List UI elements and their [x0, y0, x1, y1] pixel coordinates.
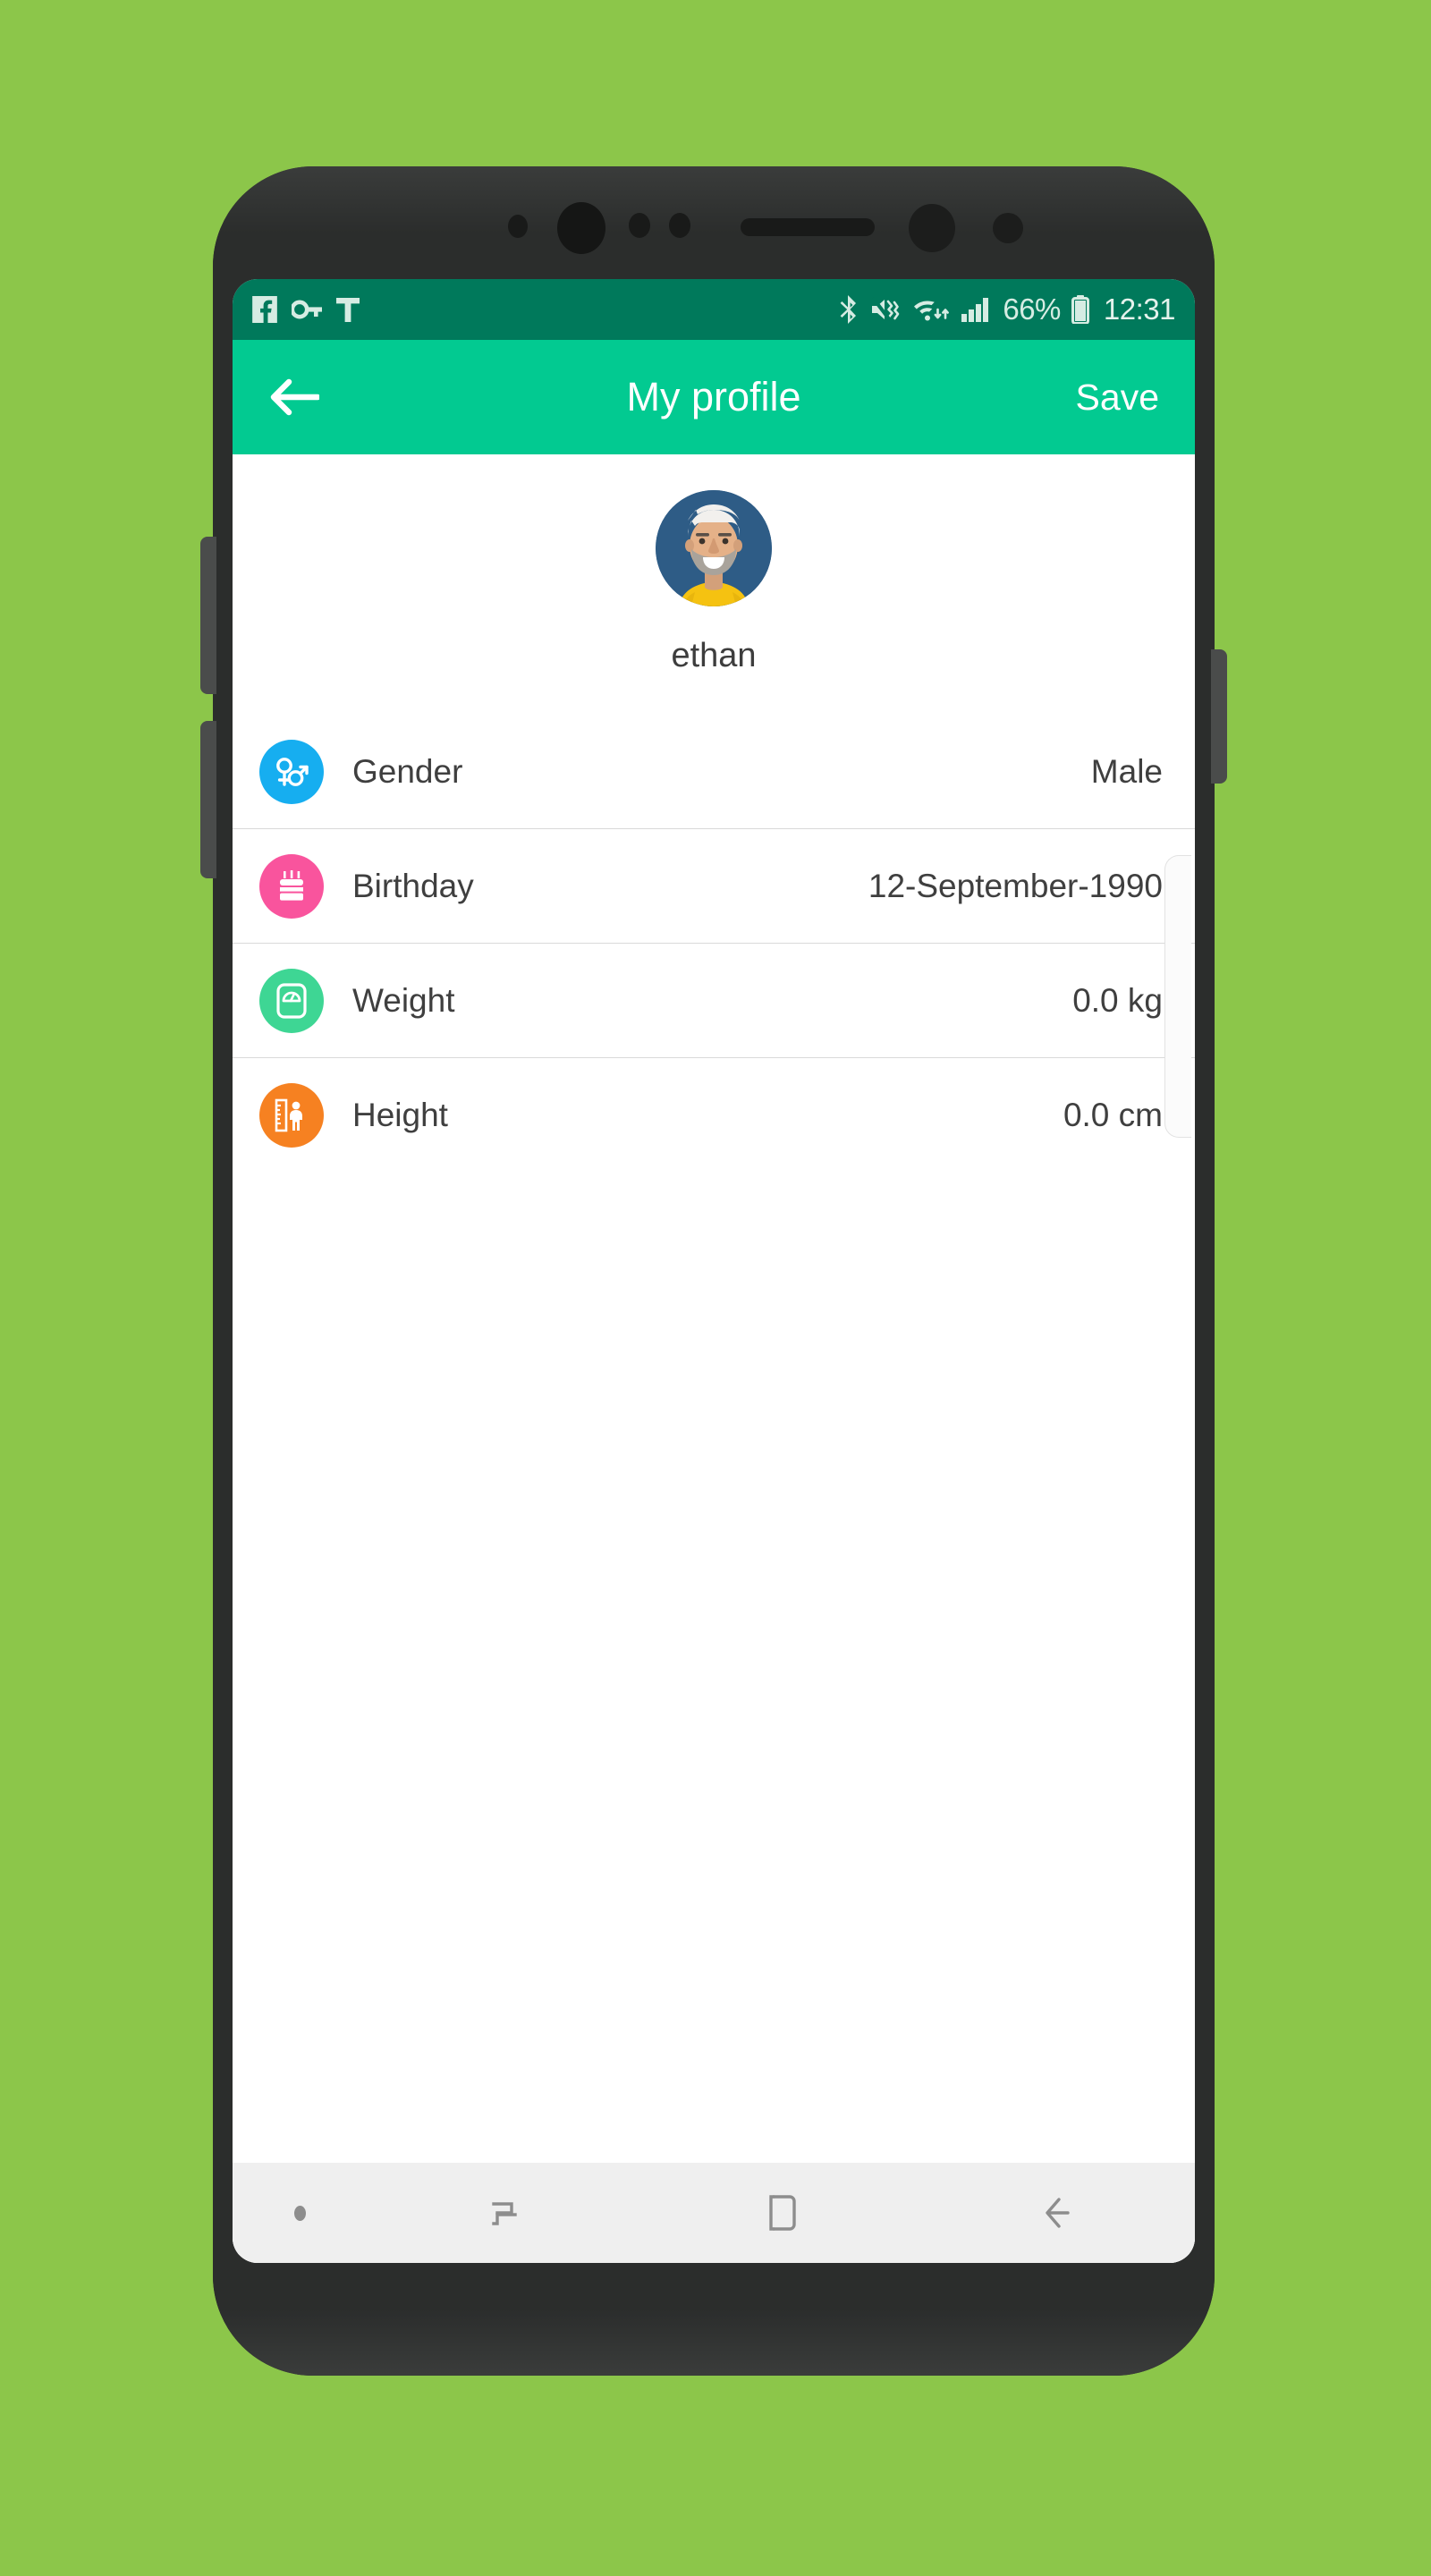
gender-icon: [276, 757, 309, 786]
weight-icon-badge: [259, 968, 324, 1033]
nav-back-button[interactable]: [919, 2163, 1195, 2263]
list-item-value: 0.0 cm: [1063, 1097, 1163, 1133]
birthday-cake-icon: [280, 869, 303, 901]
phone-top-bezel: [213, 166, 1215, 279]
battery-percentage-label: 66%: [1003, 292, 1061, 326]
height-ruler-icon: [275, 1098, 302, 1132]
list-item-height[interactable]: Height 0.0 cm: [233, 1058, 1195, 1173]
list-item-value: 0.0 kg: [1072, 981, 1163, 1019]
birthday-icon-badge: [259, 853, 324, 919]
save-button[interactable]: Save: [1072, 371, 1163, 424]
nav-menu-dot[interactable]: [233, 2163, 367, 2263]
volume-down-button[interactable]: [200, 721, 216, 878]
arrow-left-icon: [270, 378, 319, 416]
battery-icon: [1071, 295, 1089, 324]
phone-frame: 66% 12:31 My profile Save ethan Gender M…: [200, 166, 1227, 2376]
back-icon: [1045, 2198, 1070, 2228]
profile-header: ethan: [233, 454, 1195, 715]
power-button[interactable]: [1211, 649, 1227, 784]
list-item-birthday[interactable]: Birthday 12-September-1990: [233, 829, 1195, 944]
gender-icon-badge: [259, 739, 324, 804]
app-bar: My profile Save: [233, 340, 1195, 454]
weight-scale-icon: [276, 982, 307, 1019]
iris-camera-icon: [909, 204, 955, 252]
status-bar: 66% 12:31: [233, 279, 1195, 340]
text-t-icon: [336, 298, 360, 322]
list-item-gender[interactable]: Gender Male: [233, 715, 1195, 829]
profile-content: ethan Gender Male Birthday 12-September-…: [233, 454, 1195, 2263]
volume-up-button[interactable]: [200, 537, 216, 694]
status-bar-left-icons: [252, 296, 360, 323]
iris-sensor-icon: [629, 213, 650, 238]
led-indicator-icon: [993, 213, 1023, 243]
list-item-label: Weight: [352, 981, 455, 1019]
scrollbar[interactable]: [1164, 855, 1191, 1138]
nav-home-button[interactable]: [643, 2163, 919, 2263]
proximity-sensor-icon: [508, 215, 528, 238]
front-camera-icon: [557, 202, 605, 254]
nav-recents-button[interactable]: [367, 2163, 643, 2263]
height-icon-badge: [259, 1083, 324, 1148]
list-item-weight[interactable]: Weight 0.0 kg: [233, 944, 1195, 1058]
bluetooth-icon: [840, 295, 857, 324]
profile-name: ethan: [671, 637, 757, 674]
earpiece-speaker-icon: [741, 218, 875, 236]
vpn-key-icon: [292, 300, 322, 319]
back-button[interactable]: [265, 368, 324, 427]
list-item-label: Height: [352, 1097, 448, 1133]
list-item-value: 12-September-1990: [868, 867, 1163, 904]
recents-icon: [492, 2202, 518, 2225]
avatar[interactable]: [656, 490, 772, 606]
mute-vibrate-icon: [871, 296, 900, 322]
list-item-label: Birthday: [352, 867, 474, 904]
phone-screen: 66% 12:31 My profile Save ethan Gender M…: [233, 279, 1195, 2263]
status-bar-right-icons: 66% 12:31: [838, 292, 1176, 326]
status-bar-clock: 12:31: [1103, 292, 1176, 326]
profile-info-list: Gender Male Birthday 12-September-1990 W…: [233, 715, 1195, 1173]
android-navigation-bar: [233, 2163, 1195, 2263]
signal-bars-icon: [961, 298, 989, 322]
list-item-label: Gender: [352, 752, 463, 790]
page-title: My profile: [626, 374, 801, 419]
user-avatar-image: [656, 490, 772, 606]
facebook-icon: [252, 296, 277, 323]
list-item-value: Male: [1090, 752, 1163, 790]
wifi-transfer-icon: [914, 301, 950, 321]
light-sensor-icon: [669, 213, 690, 238]
home-icon: [769, 2195, 796, 2231]
menu-dot-indicator-icon: [293, 2205, 306, 2221]
